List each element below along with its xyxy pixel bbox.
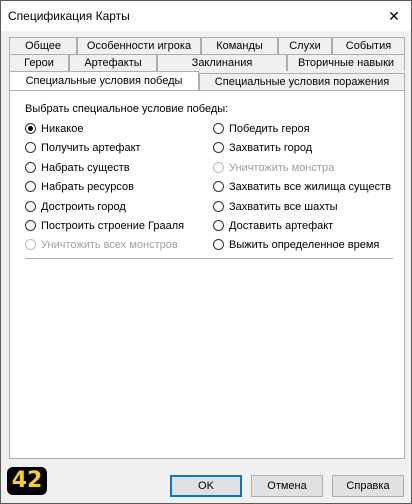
tab-general[interactable]: Общее [9, 37, 77, 54]
close-icon[interactable]: ✕ [383, 5, 405, 27]
tab-teams[interactable]: Команды [201, 37, 278, 54]
option-label: Набрать ресурсов [41, 181, 134, 193]
radio-button[interactable] [213, 201, 224, 212]
tab-secondary-skills[interactable]: Вторичные навыки [287, 54, 405, 71]
radio-button-disabled [213, 162, 224, 173]
window-title: Спецификация Карты [8, 9, 130, 23]
option-label: Уничтожить монстра [229, 162, 335, 174]
radio-button[interactable] [213, 181, 224, 192]
radio-button-disabled [25, 239, 36, 250]
option-label: Уничтожить всех монстров [41, 239, 178, 251]
option-label: Набрать существ [41, 162, 130, 174]
cancel-button[interactable]: Отмена [251, 475, 323, 497]
option-label: Победить героя [229, 123, 310, 135]
option-label: Выжить определенное время [229, 239, 380, 251]
radio-button[interactable] [213, 220, 224, 231]
option-label: Никакое [41, 123, 84, 135]
tab-artifacts[interactable]: Артефакты [69, 54, 157, 71]
radio-button[interactable] [25, 181, 36, 192]
tab-victory-conditions[interactable]: Специальные условия победы [9, 71, 199, 90]
option-label: Доставить артефакт [229, 220, 334, 232]
radio-button[interactable] [25, 201, 36, 212]
radio-button[interactable] [213, 239, 224, 250]
tab-spells[interactable]: Заклинания [157, 54, 287, 71]
option-label: Достроить город [41, 201, 126, 213]
option-label: Захватить все жилища существ [229, 181, 391, 193]
tab-rumors[interactable]: Слухи [278, 37, 332, 54]
option-label: Захватить все шахты [229, 201, 338, 213]
radio-button[interactable] [25, 142, 36, 153]
tab-events[interactable]: События [332, 37, 405, 54]
tab-heroes[interactable]: Герои [9, 54, 69, 71]
radio-button[interactable] [25, 162, 36, 173]
radio-button[interactable] [213, 123, 224, 134]
title-bar: Спецификация Карты ✕ [1, 1, 411, 31]
map-specification-dialog: Спецификация Карты ✕ Общее Особенности и… [0, 0, 412, 504]
radio-button[interactable] [25, 220, 36, 231]
victory-conditions-panel: Выбрать специальное условие победы: Ника… [9, 90, 405, 459]
help-button[interactable]: Справка [332, 475, 404, 497]
badge-42: 42 [7, 467, 47, 495]
option-label: Построить строение Грааля [41, 220, 185, 232]
option-label: Захватить город [229, 142, 313, 154]
separator [25, 258, 393, 259]
tab-loss-conditions[interactable]: Специальные условия поражения [199, 73, 405, 90]
radio-button-checked[interactable] [25, 123, 36, 134]
ok-button[interactable]: OK [170, 475, 242, 497]
tab-player-specs[interactable]: Особенности игрока [77, 37, 201, 54]
radio-button[interactable] [213, 142, 224, 153]
victory-condition-group-label: Выбрать специальное условие победы: [25, 103, 229, 115]
option-label: Получить артефакт [41, 142, 141, 154]
